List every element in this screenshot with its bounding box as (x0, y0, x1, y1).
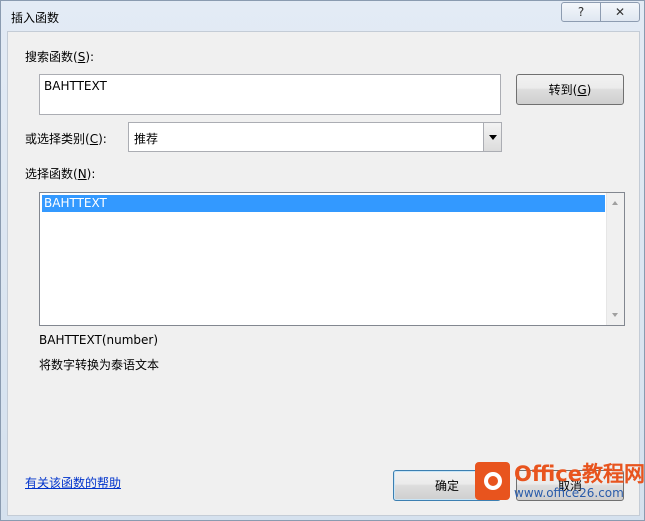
dialog-title: 插入函数 (11, 11, 60, 25)
dropdown-arrow-icon[interactable] (483, 123, 501, 151)
category-label: 或选择类别(C): (25, 132, 107, 146)
function-description: 将数字转换为泰语文本 (39, 358, 160, 372)
category-selected-value: 推荐 (134, 132, 159, 146)
list-item[interactable]: BAHTTEXT (42, 195, 605, 212)
office-logo-icon (475, 461, 511, 500)
function-list-label: 选择函数(N): (25, 167, 96, 181)
watermark-title: Office教程网 (514, 461, 645, 486)
scroll-up-icon[interactable] (612, 201, 618, 205)
title-buttons: ? ✕ (561, 2, 640, 22)
search-label: 搜索函数(S): (25, 50, 95, 64)
function-signature: BAHTTEXT(number) (39, 333, 159, 347)
watermark-url: www.office26.com (514, 485, 624, 500)
watermark: Office教程网 www.office26.com (475, 440, 645, 521)
function-help-link[interactable]: 有关该函数的帮助 (25, 474, 121, 491)
category-select[interactable]: 推荐 (128, 122, 502, 152)
function-listbox[interactable]: BAHTTEXT (39, 192, 625, 326)
close-icon[interactable]: ✕ (600, 3, 639, 21)
help-question-icon[interactable]: ? (562, 3, 600, 21)
vertical-scrollbar[interactable] (606, 193, 624, 325)
title-bar[interactable]: 插入函数 ? ✕ (1, 1, 644, 31)
scroll-down-icon[interactable] (612, 313, 618, 317)
search-input[interactable]: BAHTTEXT (39, 74, 501, 115)
search-input-value: BAHTTEXT (44, 79, 107, 93)
goto-button[interactable]: 转到(G) (516, 74, 624, 105)
